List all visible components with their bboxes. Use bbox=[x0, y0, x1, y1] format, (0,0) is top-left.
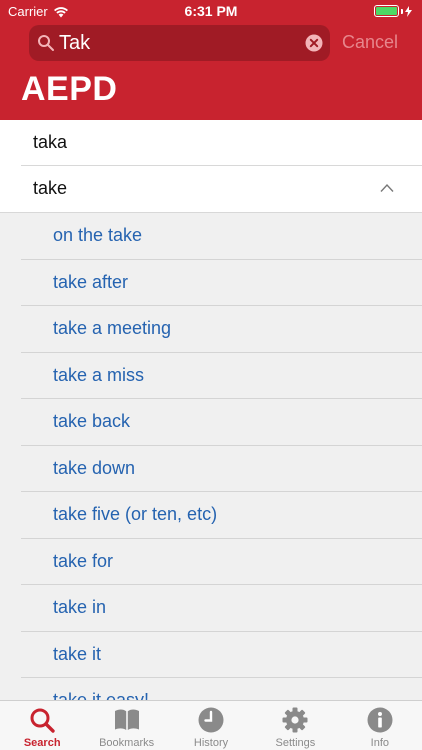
sub-entry-row[interactable]: on the take bbox=[0, 213, 422, 260]
sub-entry-row[interactable]: take after bbox=[0, 259, 422, 306]
sub-entry-label: take a miss bbox=[53, 364, 145, 385]
sub-entry-row[interactable]: take five (or ten, etc) bbox=[0, 492, 422, 539]
charging-icon bbox=[405, 5, 412, 17]
tab-history[interactable]: History bbox=[169, 701, 253, 750]
result-label: take bbox=[33, 178, 68, 198]
result-row-take[interactable]: take bbox=[0, 166, 422, 213]
cancel-button[interactable]: Cancel bbox=[342, 32, 398, 53]
tab-label: Search bbox=[23, 737, 61, 749]
sub-entry-label: take in bbox=[53, 597, 107, 617]
result-row-taka[interactable]: taka bbox=[0, 120, 422, 166]
sub-entry-row[interactable]: take for bbox=[0, 538, 422, 585]
search-icon bbox=[38, 35, 54, 51]
book-icon bbox=[114, 709, 139, 730]
tab-label: Bookmarks bbox=[99, 737, 155, 749]
sub-entry-label: take five (or ten, etc) bbox=[53, 504, 218, 524]
clear-search-icon[interactable] bbox=[305, 34, 323, 52]
search-icon bbox=[30, 708, 55, 733]
tab-label: Info bbox=[370, 737, 389, 749]
app-header: Carrier 6:31 PM Ca bbox=[0, 0, 422, 120]
app-title: AEPD bbox=[21, 70, 118, 108]
chevron-up-icon[interactable] bbox=[380, 183, 394, 193]
sub-entry-label: on the take bbox=[53, 225, 143, 245]
status-bar: Carrier 6:31 PM bbox=[0, 0, 422, 22]
sub-entry-row[interactable]: take back bbox=[0, 399, 422, 446]
sub-entry-row[interactable]: take a miss bbox=[0, 352, 422, 399]
sub-entry-row[interactable]: take a meeting bbox=[0, 306, 422, 353]
sub-entry-label: take for bbox=[53, 550, 114, 571]
sub-entry-row[interactable]: take it bbox=[0, 631, 422, 678]
search-bar[interactable] bbox=[29, 25, 330, 61]
sub-entry-label: take it bbox=[53, 643, 102, 664]
results-list: taka take on the take take after take a … bbox=[0, 120, 422, 700]
status-time: 6:31 PM bbox=[184, 3, 238, 19]
tab-settings[interactable]: Settings bbox=[253, 701, 337, 750]
sub-entry-row[interactable]: take down bbox=[0, 445, 422, 492]
tab-label: History bbox=[193, 737, 229, 749]
battery-icon bbox=[374, 5, 412, 17]
sub-entry-label: take a meeting bbox=[53, 318, 172, 338]
sub-entry-row[interactable]: take it easy! bbox=[0, 678, 422, 700]
tab-bar: Search Bookmarks History Settings Info bbox=[0, 700, 422, 750]
sub-entry-label: take down bbox=[53, 457, 136, 478]
search-row: Cancel bbox=[0, 25, 422, 61]
tab-bookmarks[interactable]: Bookmarks bbox=[84, 701, 168, 750]
search-input[interactable] bbox=[59, 30, 299, 56]
sub-entry-label: take it easy! bbox=[53, 690, 150, 700]
sub-entry-label: take after bbox=[53, 271, 129, 292]
tab-search[interactable]: Search bbox=[0, 701, 84, 750]
result-label: taka bbox=[33, 132, 68, 152]
gear-icon bbox=[282, 707, 308, 733]
sub-entry-row[interactable]: take in bbox=[0, 585, 422, 632]
tab-label: Settings bbox=[275, 737, 316, 749]
clock-icon bbox=[198, 707, 224, 733]
info-icon bbox=[367, 707, 393, 733]
sub-entry-label: take back bbox=[53, 411, 131, 431]
tab-info[interactable]: Info bbox=[338, 701, 422, 750]
